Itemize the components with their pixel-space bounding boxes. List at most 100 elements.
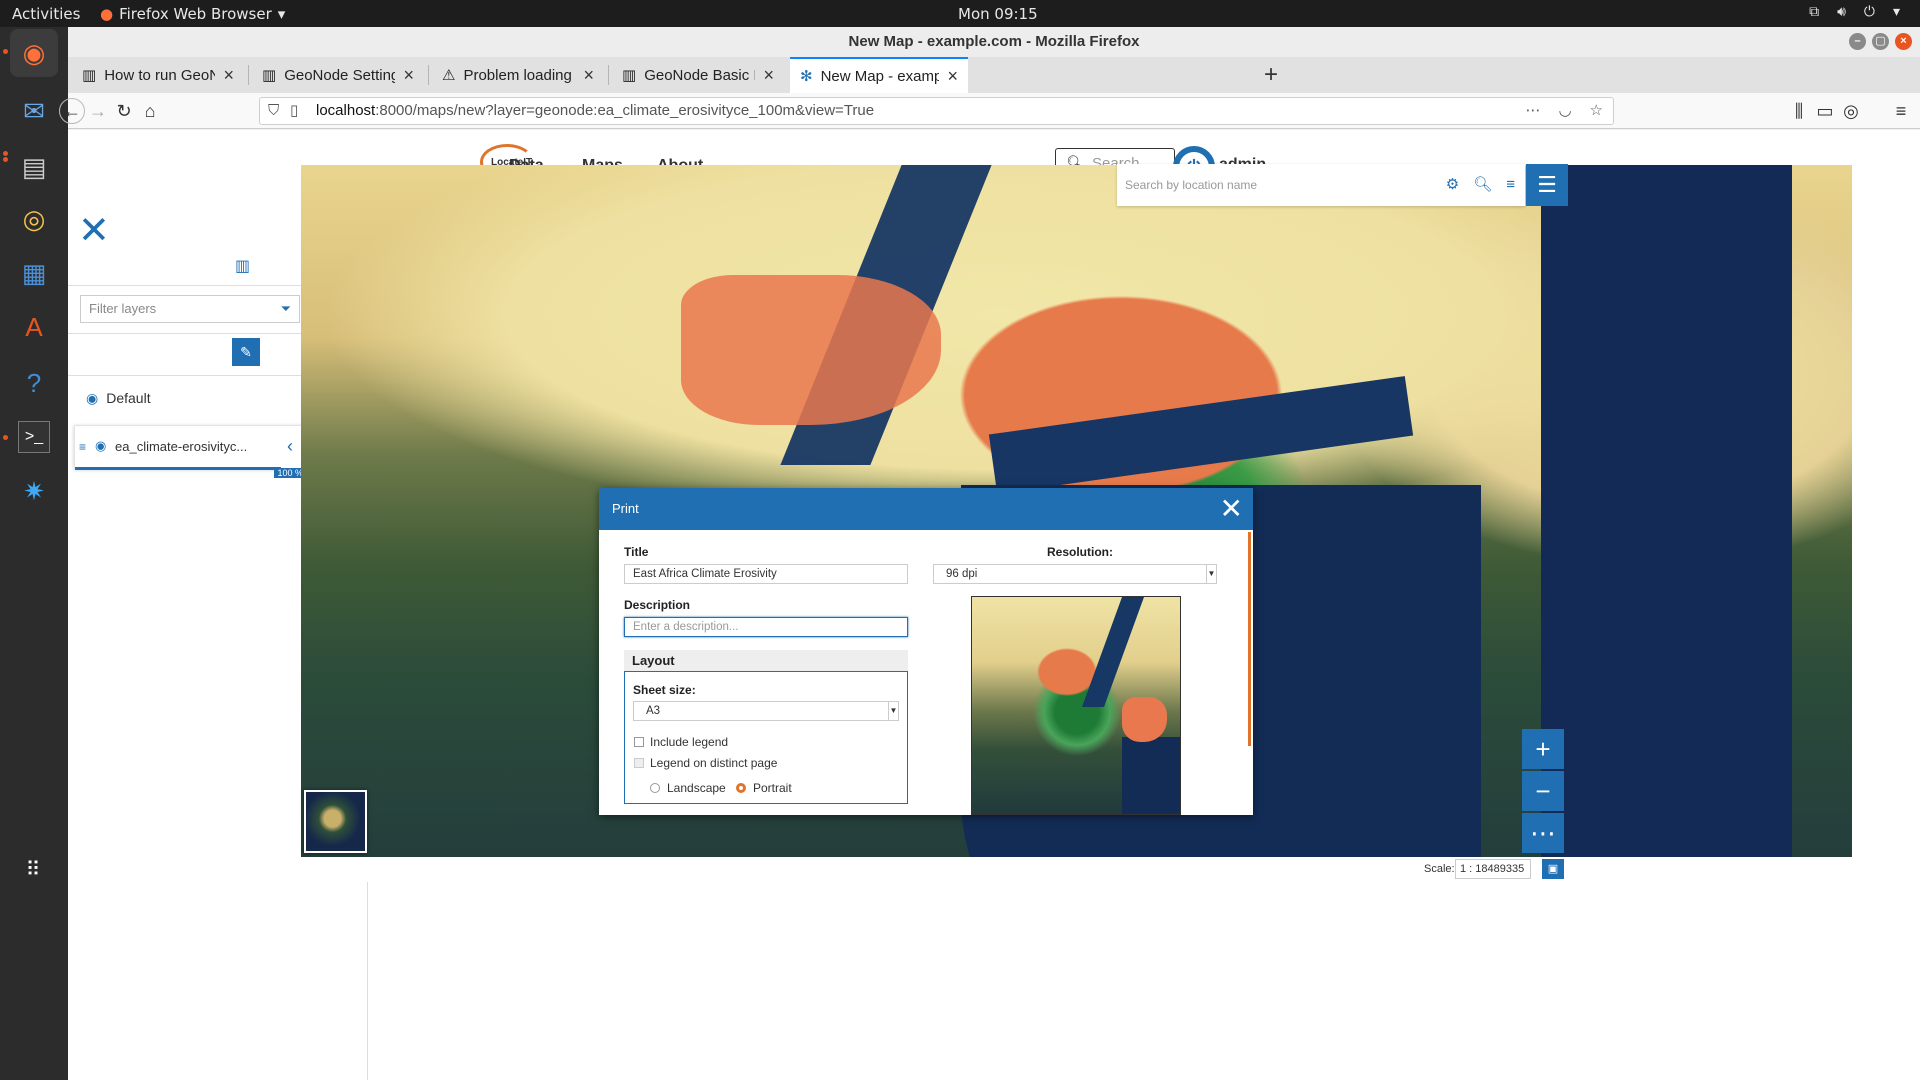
tab-geonode-settings[interactable]: ▥ GeoNode Settings — Ge × — [252, 57, 424, 93]
more-actions-icon[interactable]: ⋯ — [1525, 98, 1540, 124]
location-search-placeholder: Search by location name — [1125, 178, 1258, 192]
splash-app-icon[interactable]: ✷ — [10, 467, 58, 515]
portrait-radio[interactable]: Portrait — [736, 781, 792, 795]
volume-icon: 🔊︎ — [1837, 4, 1846, 20]
description-textarea[interactable]: Enter a description... — [624, 617, 908, 637]
sidebar-icon[interactable]: ▭ — [1812, 98, 1838, 124]
writer-icon[interactable]: ▦ — [10, 249, 58, 297]
terminal-icon[interactable]: >_ — [10, 413, 58, 461]
menu-icon: ☰ — [1537, 172, 1557, 197]
clock[interactable]: Mon 09:15 — [958, 5, 1038, 23]
tab-new-map[interactable]: ✻ New Map - example.com × — [790, 57, 968, 93]
minimize-icon[interactable]: – — [1849, 33, 1866, 50]
brush-icon: ✎ — [240, 343, 252, 360]
tab-label: New Map - example.com — [820, 67, 940, 85]
sheet-size-label: Sheet size: — [633, 683, 696, 697]
widgets-icon[interactable]: ▥ — [235, 256, 250, 276]
bookmark-star-icon[interactable]: ☆ — [1590, 98, 1603, 124]
more-icon: ⋯ — [1530, 817, 1556, 848]
close-tab-icon[interactable]: × — [947, 66, 958, 87]
search-icon[interactable]: 🔍︎ — [1473, 164, 1492, 206]
chevron-left-icon[interactable]: ‹ — [287, 436, 293, 457]
settings-button[interactable]: ▣ — [1542, 859, 1564, 879]
layout-section-header[interactable]: Layout — [624, 650, 908, 671]
minus-icon: − — [1535, 775, 1551, 806]
zoom-out-button[interactable]: − — [1522, 771, 1564, 811]
app-menu[interactable]: ● Firefox Web Browser ▾ — [100, 5, 285, 23]
reload-icon[interactable]: ↻ — [111, 98, 137, 124]
tab-separator — [428, 65, 429, 85]
activities-button[interactable]: Activities — [12, 5, 80, 23]
thunderbird-icon[interactable]: ✉ — [10, 87, 58, 135]
home-icon[interactable]: ⌂ — [137, 98, 163, 124]
close-tab-icon[interactable]: × — [223, 65, 234, 86]
filter-icon: ⏷ — [280, 301, 291, 316]
map-footer: Scale: 1 : 18489335 ▣ — [301, 857, 1920, 882]
landscape-radio[interactable]: Landscape — [650, 781, 726, 795]
account-icon[interactable]: ◎ — [1838, 98, 1864, 124]
close-tab-icon[interactable]: × — [583, 65, 594, 86]
close-icon[interactable]: ✕ — [1220, 488, 1243, 530]
pocket-icon[interactable]: ◡ — [1558, 98, 1571, 124]
page-info-icon: ▯ — [290, 102, 299, 119]
geonode-icon: ✻ — [800, 68, 813, 85]
more-tools-button[interactable]: ⋯ — [1522, 813, 1564, 853]
library-icon[interactable]: ⫼ — [1786, 98, 1812, 124]
legend-distinct-page-checkbox[interactable]: Legend on distinct page — [634, 756, 777, 770]
show-apps-icon[interactable]: ⠿ — [10, 845, 58, 893]
running-indicator — [3, 435, 8, 440]
scale-select[interactable]: 1 : 18489335 — [1455, 859, 1531, 879]
resolution-select[interactable]: 96 dpi ▼ — [933, 564, 1217, 584]
system-tray[interactable]: ⧉ 🔊︎ ⏻ ▾ — [1809, 4, 1900, 20]
title-input[interactable]: East Africa Climate Erosivity — [624, 564, 908, 584]
url-path: :8000/maps/new?layer=geonode:ea_climate_… — [375, 102, 875, 119]
drag-handle-icon[interactable]: ≡ — [79, 440, 86, 454]
tab-problem-loading[interactable]: ⚠ Problem loading page × — [432, 57, 604, 93]
firefox-dock-icon[interactable]: ◉ — [10, 29, 58, 77]
url-bar[interactable]: ⛉ ▯ localhost:8000/maps/new?layer=geonod… — [259, 97, 1614, 125]
list-icon[interactable]: ≡ — [1506, 164, 1515, 206]
scrollbar[interactable] — [1248, 532, 1251, 746]
close-icon[interactable]: ✕ — [78, 208, 110, 253]
eye-icon[interactable]: ◉ — [86, 390, 98, 407]
power-icon: ⏻ — [1863, 4, 1875, 20]
help-icon[interactable]: ? — [10, 359, 58, 407]
sheet-size-select[interactable]: A3 ▼ — [633, 701, 899, 721]
new-tab-icon[interactable]: + — [1264, 61, 1278, 89]
tab-label: Problem loading page — [463, 66, 575, 84]
filter-layers-input[interactable]: Filter layers ⏷ — [80, 295, 300, 323]
close-icon[interactable]: × — [1895, 33, 1912, 50]
preview-ocean — [1122, 737, 1180, 814]
description-label: Description — [624, 598, 691, 612]
scale-label: Scale: — [1424, 863, 1455, 875]
radio-dot — [650, 783, 660, 793]
menu-icon[interactable]: ≡ — [1888, 98, 1914, 124]
chevron-down-icon: ▾ — [1892, 4, 1900, 20]
close-tab-icon[interactable]: × — [763, 65, 774, 86]
files-icon[interactable]: ▤ — [10, 143, 58, 191]
burger-menu-button[interactable]: ☰ — [1526, 164, 1568, 206]
location-search-input[interactable]: Search by location name ⚙ 🔍︎ ≡ — [1117, 164, 1525, 206]
running-indicator — [3, 151, 8, 156]
include-legend-checkbox[interactable]: Include legend — [634, 735, 728, 749]
overview-map[interactable] — [304, 790, 367, 853]
tab-geonode-install[interactable]: ▥ GeoNode Basic Installati × — [612, 57, 784, 93]
style-tool-button[interactable]: ✎ — [232, 338, 260, 366]
close-tab-icon[interactable]: × — [403, 65, 414, 86]
zoom-in-button[interactable]: + — [1522, 729, 1564, 769]
gear-icon[interactable]: ⚙ — [1446, 164, 1459, 206]
running-indicator — [3, 49, 8, 54]
forward-icon[interactable]: → — [85, 98, 111, 124]
software-icon[interactable]: A — [10, 303, 58, 351]
tab-label: GeoNode Basic Installati — [644, 66, 755, 84]
layer-item[interactable]: ≡ ◉ ea_climate-erosivityc... ‹ 100 % — [74, 425, 306, 478]
print-preview — [971, 596, 1181, 815]
tab-geonode-run[interactable]: ▥ How to run GeoNode Co × — [72, 57, 244, 93]
maximize-icon[interactable]: ▢ — [1872, 33, 1889, 50]
running-indicator — [3, 157, 8, 162]
opacity-slider[interactable] — [75, 467, 281, 470]
rhythmbox-icon[interactable]: ◎ — [10, 195, 58, 243]
window-title: New Map - example.com - Mozilla Firefox — [848, 33, 1140, 50]
eye-icon[interactable]: ◉ — [95, 438, 106, 454]
back-icon[interactable]: ← — [59, 98, 85, 124]
